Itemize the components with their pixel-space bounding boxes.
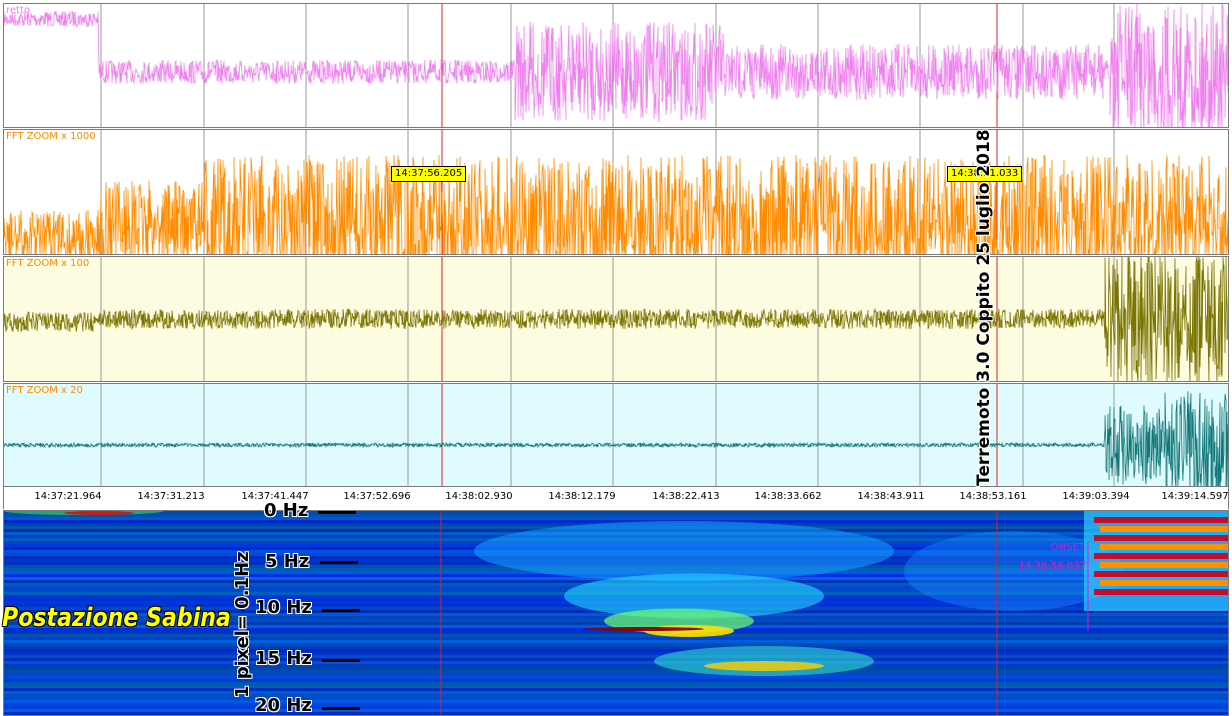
hz-label-10: 10 Hz (255, 597, 312, 618)
spec-band (4, 514, 1228, 517)
time-tick: 14:38:12.179 (548, 491, 616, 502)
spec-band (4, 640, 1228, 643)
spec-band (4, 634, 1228, 637)
hz-tick-0 (318, 511, 356, 514)
waveform-raw (4, 4, 1228, 127)
signal-trace (4, 4, 1228, 127)
station-name: Postazione Sabina (2, 603, 231, 633)
spec-band (4, 679, 1228, 682)
waveform-panel-fft100: FFT ZOOM x 100 (3, 256, 1229, 382)
spec-band (4, 694, 1228, 697)
hz-tick-15 (322, 659, 360, 662)
spec-band (4, 697, 1228, 700)
spec-quake-band (1094, 589, 1228, 595)
time-tick: 14:38:22.413 (652, 491, 720, 502)
panel-label-fft100: FFT ZOOM x 100 (6, 258, 90, 269)
hz-label-5: 5 Hz (265, 551, 310, 572)
spec-energy (644, 625, 734, 637)
spec-band (4, 682, 1228, 685)
spec-band (4, 511, 1228, 514)
time-tick: 14:37:31.213 (137, 491, 205, 502)
spec-quake-band (1094, 571, 1228, 577)
spec-band (4, 664, 1228, 667)
spec-band (4, 706, 1228, 709)
time-tick: 14:38:53.161 (959, 491, 1027, 502)
spec-band (4, 661, 1228, 664)
spec-energy (584, 627, 704, 631)
time-tick: 14:38:33.662 (754, 491, 822, 502)
panel-label-fft1000: FFT ZOOM x 1000 (6, 131, 96, 142)
spec-band (4, 643, 1228, 646)
spec-quake-band (1100, 526, 1228, 532)
hz-label-0: 0 Hz (264, 500, 309, 521)
hz-label-20: 20 Hz (255, 695, 312, 716)
signal-trace (4, 257, 1228, 381)
spec-band (4, 685, 1228, 688)
spec-band (4, 712, 1228, 715)
spec-band (4, 688, 1228, 691)
waveform-fft100 (4, 257, 1228, 381)
signal-trace (4, 154, 1228, 254)
spec-quake-band (1094, 553, 1228, 559)
spec-band (4, 652, 1228, 655)
waveform-fft20 (4, 384, 1228, 486)
hz-tick-20 (322, 707, 360, 710)
time-tick: 14:37:52.696 (343, 491, 411, 502)
time-marker-1[interactable]: 14:37:56.205 (391, 166, 467, 182)
spec-energy (64, 511, 134, 515)
spec-band (4, 691, 1228, 694)
event-title: Terremoto 3.0 Coppito 25 luglio 2018 (974, 129, 994, 486)
spec-band (4, 676, 1228, 679)
spec-quake-band (1100, 580, 1228, 586)
spec-band (4, 658, 1228, 661)
onset-time: 14:38:58.037 (1018, 561, 1086, 572)
spec-band (4, 520, 1228, 523)
spec-quake-band (1094, 535, 1228, 541)
waveform-panel-fft20: FFT ZOOM x 20 (3, 383, 1229, 487)
spec-quake-band (1094, 517, 1228, 523)
spec-band (4, 649, 1228, 652)
time-tick: 14:38:43.911 (857, 491, 925, 502)
signal-trace (4, 391, 1228, 486)
time-tick: 14:37:21.964 (34, 491, 102, 502)
spec-band (4, 700, 1228, 703)
hz-tick-10 (322, 609, 360, 612)
spec-band (4, 655, 1228, 658)
time-tick: 14:39:14.597 (1161, 491, 1229, 502)
spec-band (4, 703, 1228, 706)
spec-band (4, 517, 1228, 520)
spec-quake-band (1100, 544, 1228, 550)
spec-band (4, 667, 1228, 670)
time-axis: 14:37:21.964 14:37:31.213 14:37:41.447 1… (3, 487, 1229, 509)
spec-energy (704, 661, 824, 671)
time-tick: 14:38:02.930 (445, 491, 513, 502)
waveform-panel-fft1000: FFT ZOOM x 1000 14:37:56.205 14:38:51.03… (3, 129, 1229, 255)
panel-label-raw: retto (6, 5, 31, 16)
hz-label-15: 15 Hz (255, 648, 312, 669)
spec-band (4, 709, 1228, 712)
time-tick: 14:39:03.394 (1062, 491, 1130, 502)
onset-label: ONSET (1050, 542, 1085, 553)
waveform-fft1000 (4, 130, 1228, 254)
spec-energy (474, 521, 894, 581)
resolution-note: 1 pixel= 0.1Hz (232, 551, 253, 698)
spec-band (4, 673, 1228, 676)
spec-quake-band (1100, 562, 1228, 568)
waveform-panel-raw: retto (3, 3, 1229, 128)
spec-band (4, 637, 1228, 640)
panel-label-fft20: FFT ZOOM x 20 (6, 385, 83, 396)
spec-band (4, 670, 1228, 673)
spec-band (4, 646, 1228, 649)
hz-tick-5 (320, 561, 358, 564)
